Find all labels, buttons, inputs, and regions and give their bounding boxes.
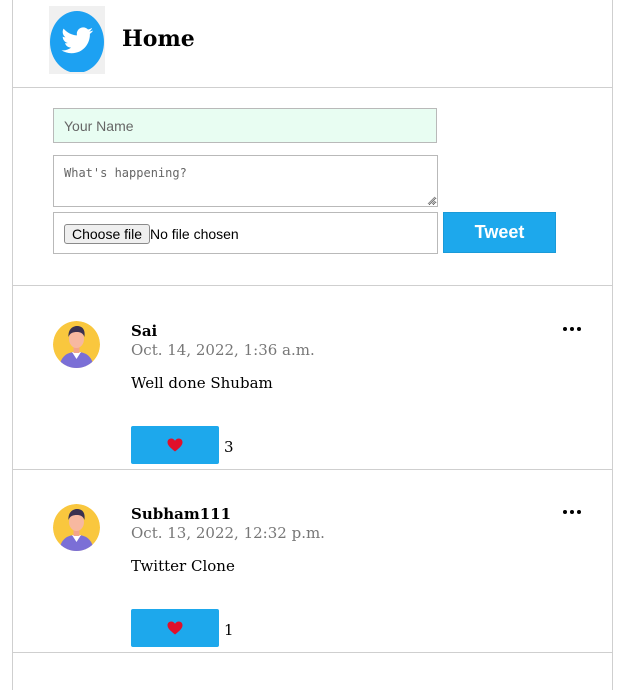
twitter-bird-icon (50, 11, 104, 72)
compose-form: Choose file No file chosen Tweet (13, 88, 612, 286)
post-text: Well done Shubam (131, 374, 273, 392)
avatar[interactable] (53, 321, 100, 368)
heart-icon (167, 438, 183, 452)
more-options-icon[interactable] (562, 326, 582, 332)
post-author[interactable]: Subham111 (131, 505, 231, 523)
heart-icon (167, 621, 183, 635)
like-button[interactable] (131, 426, 219, 464)
post-text: Twitter Clone (131, 557, 235, 575)
post-item: Sai Oct. 14, 2022, 1:36 a.m. Well done S… (13, 286, 612, 470)
file-status-text: No file chosen (150, 226, 239, 242)
choose-file-button[interactable]: Choose file (64, 224, 151, 244)
logo[interactable] (49, 6, 105, 74)
tweet-button[interactable]: Tweet (443, 212, 556, 253)
like-count: 3 (224, 438, 234, 456)
feed-column: Home Choose file No file chosen Tweet (12, 0, 613, 690)
tweet-textarea[interactable] (53, 155, 438, 207)
file-input[interactable]: Choose file No file chosen (53, 212, 438, 254)
post-item: Subham111 Oct. 13, 2022, 12:32 p.m. Twit… (13, 469, 612, 653)
avatar[interactable] (53, 504, 100, 551)
name-input[interactable] (53, 108, 437, 143)
post-timestamp: Oct. 13, 2022, 12:32 p.m. (131, 524, 325, 542)
post-author[interactable]: Sai (131, 322, 157, 340)
post-timestamp: Oct. 14, 2022, 1:36 a.m. (131, 341, 315, 359)
like-button[interactable] (131, 609, 219, 647)
page-header: Home (13, 0, 612, 88)
like-count: 1 (224, 621, 234, 639)
more-options-icon[interactable] (562, 509, 582, 515)
page-title: Home (122, 26, 195, 52)
